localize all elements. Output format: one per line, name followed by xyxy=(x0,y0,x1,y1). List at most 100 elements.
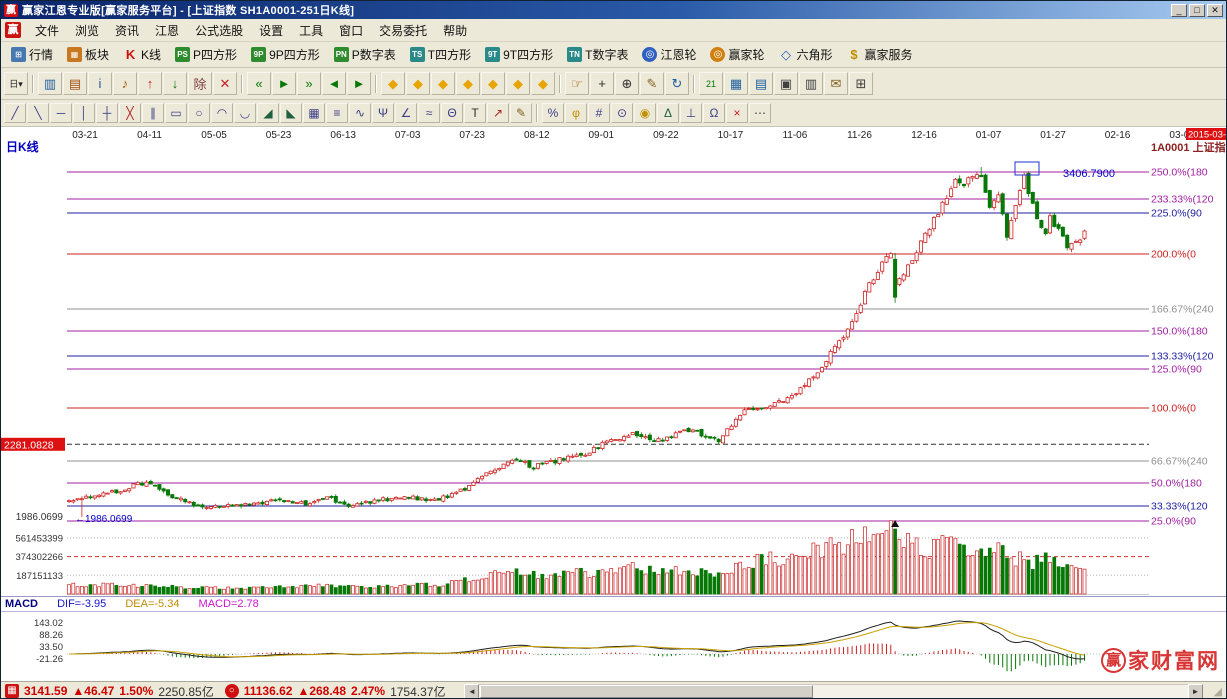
menu-item-browse[interactable]: 浏览 xyxy=(67,19,107,42)
delete-mark-icon[interactable]: ✕ xyxy=(213,72,237,95)
text-tool[interactable]: T xyxy=(464,103,486,123)
step-forward-icon[interactable]: ► xyxy=(347,72,371,95)
x-cross-line-tool[interactable]: ╳ xyxy=(119,103,141,123)
pitchfork-tool[interactable]: Ψ xyxy=(372,103,394,123)
menu-item-help[interactable]: 帮助 xyxy=(435,19,475,42)
print-icon[interactable]: ▥ xyxy=(799,72,823,95)
free-pencil-tool[interactable]: ✎ xyxy=(510,103,532,123)
cycle-wave-tool[interactable]: ≈ xyxy=(418,103,440,123)
delete-line-tool[interactable]: × xyxy=(726,103,748,123)
winner-service-button[interactable]: $赢家服务 xyxy=(841,43,919,66)
sound-icon[interactable]: ♪ xyxy=(113,72,137,95)
rectangle-tool[interactable]: ▭ xyxy=(165,103,187,123)
menu-item-gann[interactable]: 江恩 xyxy=(147,19,187,42)
menu-item-news[interactable]: 资讯 xyxy=(107,19,147,42)
toolbox-icon[interactable]: ⊞ xyxy=(849,72,873,95)
fib-retracement-tool[interactable]: ≡ xyxy=(326,103,348,123)
menu-item-window[interactable]: 窗口 xyxy=(331,19,371,42)
chart-area[interactable]: 03-2104-1105-0505-2306-1307-0307-2308-12… xyxy=(1,127,1227,681)
cross-line-tool[interactable]: ┼ xyxy=(96,103,118,123)
scrollbar-track[interactable] xyxy=(479,684,1188,699)
zoom-tool-icon[interactable]: ⊕ xyxy=(615,72,639,95)
9p-square-button[interactable]: 9P9P四方形 xyxy=(245,43,326,66)
app-menu-logo-icon[interactable]: 赢 xyxy=(5,22,21,38)
angle-tool[interactable]: ∠ xyxy=(395,103,417,123)
arrow-annotation-tool[interactable]: ↗ xyxy=(487,103,509,123)
hand-tool-icon[interactable]: ☞ xyxy=(565,72,589,95)
p-number-table-button[interactable]: PNP数字表 xyxy=(328,43,402,66)
gann-grid-tool[interactable]: ▦ xyxy=(303,103,325,123)
kline-button[interactable]: KK线 xyxy=(117,43,167,66)
ex-rights-icon[interactable]: 除 xyxy=(188,72,212,95)
t-square-button[interactable]: TST四方形 xyxy=(404,43,477,66)
line-settings-tool[interactable]: ⋯ xyxy=(749,103,771,123)
chart-image-icon[interactable]: ▦ xyxy=(724,72,748,95)
gann-diamond-3[interactable]: ◆ xyxy=(431,72,455,95)
gann-diamond-4[interactable]: ◆ xyxy=(456,72,480,95)
gann-diamond-7[interactable]: ◆ xyxy=(531,72,555,95)
gann-diamond-2[interactable]: ◆ xyxy=(406,72,430,95)
target-circle-tool[interactable]: ⊙ xyxy=(611,103,633,123)
down-trend-line-tool[interactable]: ╲ xyxy=(27,103,49,123)
mail-icon[interactable]: ✉ xyxy=(824,72,848,95)
trend-line-tool[interactable]: ╱ xyxy=(4,103,26,123)
9t-square-button[interactable]: 9T9T四方形 xyxy=(479,43,559,66)
parallel-channel-tool[interactable]: ∥ xyxy=(142,103,164,123)
period-day-dropdown[interactable]: 日▾ xyxy=(4,72,28,95)
pencil-tool-icon[interactable]: ✎ xyxy=(640,72,664,95)
wave-tool[interactable]: ∿ xyxy=(349,103,371,123)
delta-measure-tool[interactable]: Δ xyxy=(657,103,679,123)
stock-pick-icon[interactable]: ▥ xyxy=(38,72,62,95)
minimize-button[interactable]: _ xyxy=(1171,4,1187,17)
crosshair-tool-icon[interactable]: + xyxy=(590,72,614,95)
close-button[interactable]: ✕ xyxy=(1207,4,1223,17)
hexagon-button[interactable]: ◇六角形 xyxy=(773,43,839,66)
percent-tool[interactable]: % xyxy=(542,103,564,123)
jump-last-icon[interactable]: » xyxy=(297,72,321,95)
gann-wheel-button[interactable]: ◎江恩轮 xyxy=(636,43,702,66)
quotes-button[interactable]: ⊞行情 xyxy=(5,43,59,66)
arc-up-tool[interactable]: ◠ xyxy=(211,103,233,123)
menu-item-trade-order[interactable]: 交易委托 xyxy=(371,19,435,42)
play-icon[interactable]: ► xyxy=(272,72,296,95)
t-number-table-button[interactable]: TNT数字表 xyxy=(561,43,634,66)
mark-up-icon[interactable]: ↑ xyxy=(138,72,162,95)
time-cycle-tool[interactable]: Θ xyxy=(441,103,463,123)
menu-item-formula-stock-pick[interactable]: 公式选股 xyxy=(187,19,251,42)
magnet-tool[interactable]: Ω xyxy=(703,103,725,123)
circle-tool[interactable]: ○ xyxy=(188,103,210,123)
refresh-icon[interactable]: ↻ xyxy=(665,72,689,95)
scroll-right-button[interactable]: ► xyxy=(1188,684,1203,699)
quote-report-icon[interactable]: ▤ xyxy=(63,72,87,95)
arc-down-tool[interactable]: ◡ xyxy=(234,103,256,123)
data-table-icon[interactable]: ▤ xyxy=(749,72,773,95)
support-line-tool[interactable]: ⊥ xyxy=(680,103,702,123)
gann-diamond-1[interactable]: ◆ xyxy=(381,72,405,95)
scroll-left-button[interactable]: ◄ xyxy=(464,684,479,699)
info-icon[interactable]: i xyxy=(88,72,112,95)
gann-fan-down-tool[interactable]: ◣ xyxy=(280,103,302,123)
winner-wheel-button[interactable]: ◎赢家轮 xyxy=(704,43,770,66)
save-icon[interactable]: ▣ xyxy=(774,72,798,95)
calendar-21-icon[interactable]: 21 xyxy=(699,72,723,95)
gann-diamond-5[interactable]: ◆ xyxy=(481,72,505,95)
gann-fan-up-tool[interactable]: ◢ xyxy=(257,103,279,123)
horizontal-line-tool[interactable]: ─ xyxy=(50,103,72,123)
price-channel-tool[interactable]: # xyxy=(588,103,610,123)
golden-section-tool[interactable]: φ xyxy=(565,103,587,123)
gann-diamond-6[interactable]: ◆ xyxy=(506,72,530,95)
maximize-button[interactable]: □ xyxy=(1189,4,1205,17)
p-square-button[interactable]: PSP四方形 xyxy=(169,43,243,66)
resize-grip[interactable]: ◢ xyxy=(1208,685,1222,698)
sz-index-icon[interactable]: ○ xyxy=(225,684,239,698)
menu-item-settings[interactable]: 设置 xyxy=(251,19,291,42)
menu-item-file[interactable]: 文件 xyxy=(27,19,67,42)
gold-mark-tool[interactable]: ◉ xyxy=(634,103,656,123)
macd-indicator-label[interactable]: MACD xyxy=(5,598,38,610)
menu-item-tools[interactable]: 工具 xyxy=(291,19,331,42)
vertical-line-tool[interactable]: │ xyxy=(73,103,95,123)
sh-index-icon[interactable]: ▦ xyxy=(5,684,19,698)
scrollbar-thumb[interactable] xyxy=(480,685,813,698)
blocks-button[interactable]: ▦板块 xyxy=(61,43,115,66)
jump-first-icon[interactable]: « xyxy=(247,72,271,95)
